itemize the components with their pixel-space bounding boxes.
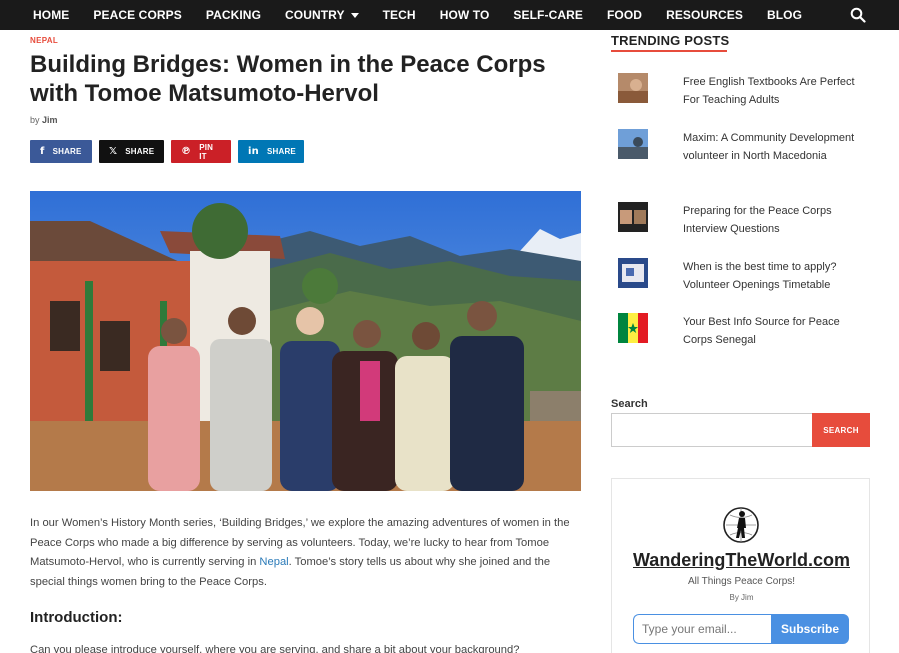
facebook-share-label: SHARE [52,147,82,156]
nav-item-home[interactable]: HOME [33,8,69,22]
nav-item-tech[interactable]: TECH [383,8,416,22]
sidebar-search-button[interactable]: SEARCH [812,413,870,447]
newsletter-widget: WanderingTheWorld.com All Things Peace C… [611,478,870,653]
post-thumbnail[interactable] [618,129,648,159]
article-title: Building Bridges: Women in the Peace Cor… [30,51,546,107]
trending-post[interactable]: Your Best Info Source for Peace Corps Se… [618,313,878,349]
nav-item-packing[interactable]: PACKING [206,8,261,22]
nav-item-resources[interactable]: RESOURCES [666,8,743,22]
trending-post[interactable]: Maxim: A Community Development volunteer… [618,129,878,165]
article-intro: In our Women’s History Month series, ‘Bu… [30,514,582,592]
site-name[interactable]: WanderingTheWorld.com [612,550,871,571]
chevron-down-icon [350,13,359,19]
top-nav: HOME PEACE CORPS PACKING COUNTRY TECH HO… [0,0,899,30]
post-thumbnail[interactable] [618,73,648,103]
nav-item-peace-corps[interactable]: PEACE CORPS [93,8,181,22]
post-title[interactable]: Preparing for the Peace Corps Interview … [683,202,863,238]
x-share-label: SHARE [125,147,155,156]
interview-question: Can you please introduce yourself, where… [30,644,520,653]
widget-byline: By Jim [729,593,754,602]
linkedin-share-button[interactable]: in SHARE [238,140,304,163]
trending-post[interactable]: Free English Textbooks Are Perfect For T… [618,73,878,109]
nav-item-country[interactable]: COUNTRY [285,8,359,22]
x-share-button[interactable]: 𝕏 SHARE [99,140,164,163]
trending-posts-title: TRENDING POSTS [611,33,730,48]
facebook-icon: f [40,146,45,157]
linkedin-share-label: SHARE [266,147,296,156]
nav-item-country-label: COUNTRY [285,8,345,22]
pinterest-icon: ℗ [181,146,192,157]
post-thumbnail[interactable] [618,258,648,288]
hero-photo [30,191,581,491]
post-title[interactable]: Maxim: A Community Development volunteer… [683,129,863,165]
site-tagline: All Things Peace Corps! [687,576,796,587]
linkedin-icon: in [248,146,259,157]
post-title[interactable]: When is the best time to apply? Voluntee… [683,258,863,294]
post-thumbnail[interactable] [618,202,648,232]
nepal-link[interactable]: Nepal [259,556,288,568]
walking-globe-logo [723,507,759,543]
byline: by Jim [30,115,58,125]
trending-underline [611,50,727,52]
byline-prefix: by [30,115,40,125]
sidebar-search-input[interactable] [611,413,812,447]
pinterest-share-button[interactable]: ℗ PIN IT [171,140,231,163]
post-title[interactable]: Your Best Info Source for Peace Corps Se… [683,313,863,349]
post-title[interactable]: Free English Textbooks Are Perfect For T… [683,73,863,109]
nav-item-how-to[interactable]: HOW TO [440,8,490,22]
trending-post[interactable]: When is the best time to apply? Voluntee… [618,258,878,294]
senegal-flag-thumbnail[interactable] [618,313,648,343]
search-icon[interactable] [850,7,866,23]
search-label: Search [611,398,648,410]
section-heading-introduction: Introduction: [30,609,123,626]
nav-menu: HOME PEACE CORPS PACKING COUNTRY TECH HO… [33,0,826,30]
nav-item-blog[interactable]: BLOG [767,8,802,22]
nav-item-food[interactable]: FOOD [607,8,642,22]
author-name[interactable]: Jim [42,115,58,125]
subscribe-form: Type your email... Subscribe [633,614,849,644]
share-buttons: f SHARE 𝕏 SHARE ℗ PIN IT in SHARE [30,140,311,163]
nav-item-self-care[interactable]: SELF-CARE [513,8,583,22]
facebook-share-button[interactable]: f SHARE [30,140,92,163]
article-category[interactable]: NEPAL [30,36,58,45]
subscribe-button[interactable]: Subscribe [771,614,849,644]
x-icon: 𝕏 [109,146,118,157]
trending-post[interactable]: Preparing for the Peace Corps Interview … [618,202,878,238]
email-field[interactable]: Type your email... [633,614,771,644]
pinterest-share-label: PIN IT [199,142,214,161]
